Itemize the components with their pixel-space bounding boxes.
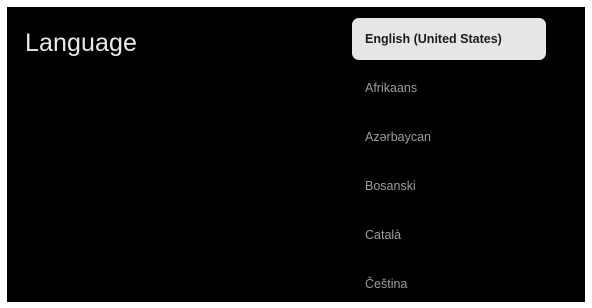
language-settings-screen: Language English (United States) Afrikaa… [7,7,585,302]
language-item-cestina[interactable]: Čeština [352,263,546,302]
language-item-label: Azərbaycan [365,130,432,144]
language-item-label: English (United States) [365,32,502,46]
page-title: Language [25,29,138,57]
language-item-azerbaycan[interactable]: Azərbaycan [352,116,546,158]
language-list: English (United States) Afrikaans Azərba… [352,18,546,302]
language-item-label: Afrikaans [365,81,418,95]
language-item-label: Català [365,228,402,242]
language-item-label: Bosanski [365,179,416,193]
language-item-english-united-states[interactable]: English (United States) [352,18,546,60]
language-item-label: Čeština [365,277,408,291]
language-item-catala[interactable]: Català [352,214,546,256]
language-item-bosanski[interactable]: Bosanski [352,165,546,207]
language-item-afrikaans[interactable]: Afrikaans [352,67,546,109]
